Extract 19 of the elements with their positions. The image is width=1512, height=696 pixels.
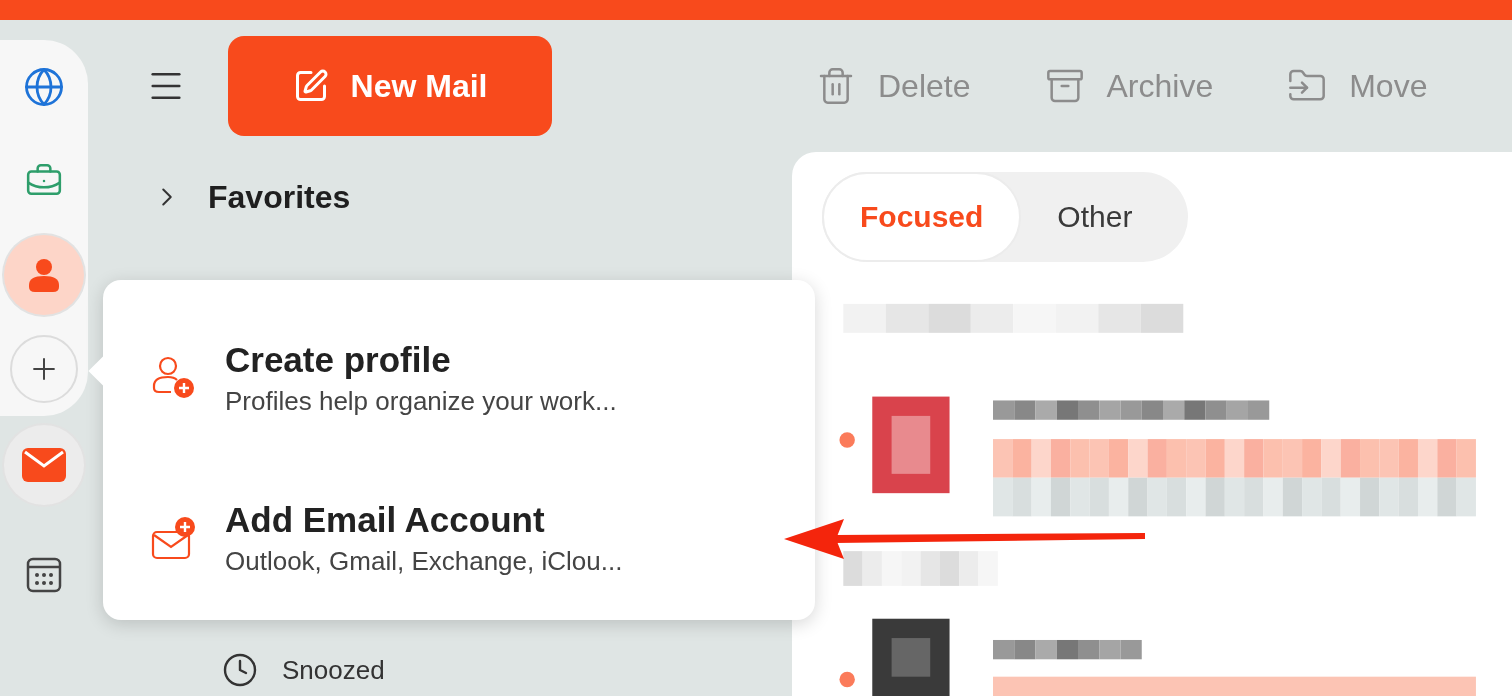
menu-item[interactable]: Create profile Profiles help organize your work... [103, 298, 815, 458]
favorites-toggle[interactable]: Favorites [152, 177, 351, 217]
new-mail-button[interactable]: New Mail [228, 36, 552, 136]
mail-icon [22, 448, 66, 482]
inbox-tab[interactable]: Other [1021, 172, 1169, 262]
globe-icon [23, 66, 65, 108]
menu-item-title: Create profile [225, 339, 452, 380]
person-icon [27, 257, 61, 293]
calendar-icon [26, 557, 62, 593]
add-person-icon [151, 356, 197, 400]
menu-item-title: Add Email Account [225, 499, 546, 540]
profile-button[interactable] [4, 235, 84, 315]
folder-item[interactable]: Snoozed [222, 644, 385, 696]
add-mail-icon [151, 516, 197, 560]
menu-item-subtitle: Outlook, Gmail, Exchange, iClou... [225, 545, 623, 577]
clock-icon [222, 652, 258, 688]
menu-item-subtitle: Profiles help organize your work... [225, 385, 617, 417]
menu-item[interactable]: Add Email Account Outlook, Gmail, Exchange, iClou... [103, 458, 815, 618]
inbox-tab[interactable]: Focused [822, 172, 1022, 262]
